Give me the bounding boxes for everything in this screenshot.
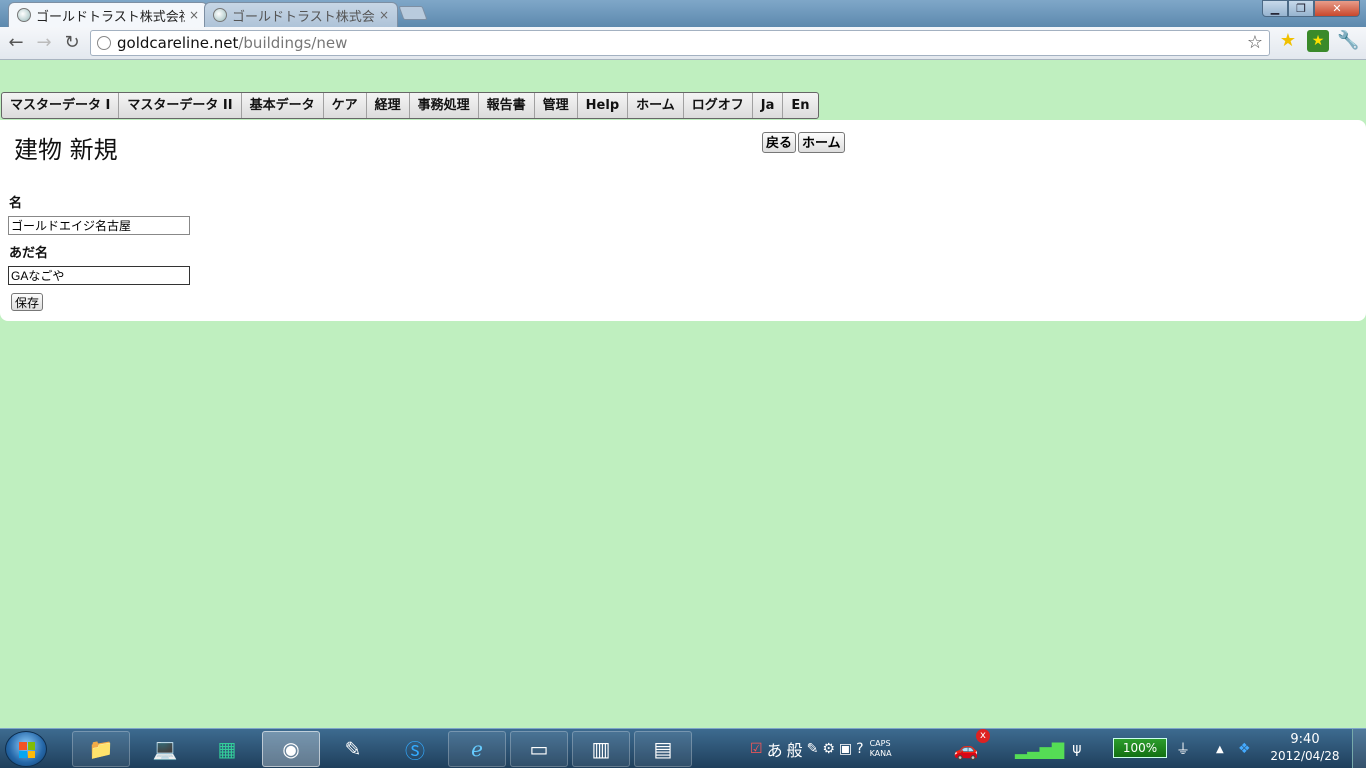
show-hidden-icons-icon[interactable]: ▲ xyxy=(1216,729,1224,768)
battery-indicator[interactable]: 100% xyxy=(1113,738,1167,758)
tab-label: ゴールドトラスト株式会社 xyxy=(232,9,375,25)
menu-item-office-work[interactable]: 事務処理 xyxy=(410,93,479,118)
menu-item-help[interactable]: Help xyxy=(578,93,629,118)
laptop-app-icon[interactable]: 💻 xyxy=(136,731,194,767)
bookmark-star-icon[interactable]: ☆ xyxy=(1247,32,1263,53)
windows-taskbar: 📁 💻 ▦ ◉ ✎ Ⓢ ℯ ▭ ▥ ▤ ☑ あ 般 ✎ ⚙ ▣ ? CAPS K… xyxy=(0,728,1366,768)
menu-item-master-data-1[interactable]: マスターデータ I xyxy=(2,93,120,118)
menu-item-logoff[interactable]: ログオフ xyxy=(684,93,753,118)
menu-item-lang-en[interactable]: En xyxy=(783,93,817,118)
explorer-icon[interactable]: 📁 xyxy=(72,731,130,767)
page-globe-icon xyxy=(213,8,227,22)
editor-app-icon[interactable]: ✎ xyxy=(324,731,382,767)
maximize-button[interactable]: ❐ xyxy=(1288,0,1314,17)
tab-close-icon[interactable]: × xyxy=(189,8,199,22)
back-arrow-icon[interactable]: ← xyxy=(4,31,28,55)
internet-explorer-icon[interactable]: ℯ xyxy=(448,731,506,767)
command-prompt-icon[interactable]: ▭ xyxy=(510,731,568,767)
antenna-icon[interactable]: ψ xyxy=(1072,741,1081,757)
address-bar[interactable]: goldcareline.net/buildings/new ☆ xyxy=(90,30,1270,56)
tab-close-icon[interactable]: × xyxy=(379,8,389,22)
wrench-menu-icon[interactable]: 🔧 xyxy=(1337,30,1359,52)
new-tab-button[interactable] xyxy=(398,6,428,20)
page-globe-icon xyxy=(17,8,31,22)
extension-star-icon[interactable]: ★ xyxy=(1277,30,1299,52)
tab-inactive[interactable]: ゴールドトラスト株式会社 × xyxy=(204,2,398,27)
clock-date: 2012/04/28 xyxy=(1270,749,1340,763)
show-desktop-button[interactable] xyxy=(1352,729,1366,768)
extension-badge-icon[interactable]: ★ xyxy=(1307,30,1329,52)
page-icon xyxy=(97,36,111,50)
excel-icon[interactable]: ▦ xyxy=(198,731,256,767)
clock-time: 9:40 xyxy=(1290,732,1320,747)
menu-item-master-data-2[interactable]: マスターデータ II xyxy=(119,93,242,118)
menu-item-admin[interactable]: 管理 xyxy=(535,93,578,118)
menu-item-accounting[interactable]: 経理 xyxy=(367,93,410,118)
ime-tray: ☑ あ 般 ✎ ⚙ ▣ ? CAPS KANA xyxy=(750,729,892,768)
menu-item-lang-ja[interactable]: Ja xyxy=(753,93,784,118)
browser-titlebar: ゴールドトラスト株式会社 × ゴールドトラスト株式会社 × ▁ ❐ ✕ xyxy=(0,0,1366,27)
network-tray: ▂▃▅▇ ψ xyxy=(1015,729,1085,768)
kana-label: KANA xyxy=(869,749,892,758)
dropbox-icon[interactable]: ❖ xyxy=(1238,729,1251,768)
notification-app-icon[interactable]: 🚗 x xyxy=(940,729,992,767)
menu-item-care[interactable]: ケア xyxy=(324,93,367,118)
chrome-icon[interactable]: ◉ xyxy=(262,731,320,767)
tab-active[interactable]: ゴールドトラスト株式会社 × xyxy=(8,2,208,27)
tab-label: ゴールドトラスト株式会社 xyxy=(36,9,185,25)
notification-badge: x xyxy=(976,729,990,743)
windows-logo-icon xyxy=(19,742,35,758)
page-title: 建物 新規 xyxy=(14,136,118,164)
ime-dictionary-icon[interactable]: ✎ xyxy=(807,741,819,757)
window-controls: ▁ ❐ ✕ xyxy=(1262,0,1360,17)
caps-kana-indicator: CAPS KANA xyxy=(870,739,892,759)
help-icon[interactable]: ? xyxy=(856,741,863,757)
office-app-icon[interactable]: ▥ xyxy=(572,731,630,767)
close-window-button[interactable]: ✕ xyxy=(1314,0,1360,17)
ime-pad-icon[interactable]: ▣ xyxy=(839,741,852,757)
skype-icon[interactable]: Ⓢ xyxy=(386,731,444,767)
url-host: goldcareline.net xyxy=(117,34,239,52)
document-app-icon[interactable]: ▤ xyxy=(634,731,692,767)
main-menu: マスターデータ I マスターデータ II 基本データ ケア 経理 事務処理 報告… xyxy=(1,92,819,119)
signal-strength-icon[interactable]: ▂▃▅▇ xyxy=(1015,740,1064,759)
name-field[interactable] xyxy=(8,216,190,235)
power-plug-icon[interactable]: ⏚ xyxy=(1176,729,1190,768)
ime-kanji[interactable]: 般 xyxy=(787,737,803,761)
ime-mode[interactable]: あ xyxy=(767,737,783,761)
back-button[interactable]: 戻る xyxy=(762,132,797,153)
content-panel: 建物 新規 戻る ホーム 名 あだ名 保存 xyxy=(0,120,1366,321)
ime-toolbar-icon[interactable]: ☑ xyxy=(750,741,763,757)
ime-tool-icon[interactable]: ⚙ xyxy=(822,741,835,757)
menu-item-basic-data[interactable]: 基本データ xyxy=(242,93,324,118)
system-clock[interactable]: 9:40 2012/04/28 xyxy=(1268,732,1342,764)
browser-toolbar: ← → ↻ goldcareline.net/buildings/new ☆ xyxy=(0,27,1366,60)
nickname-label: あだ名 xyxy=(9,246,49,261)
save-button[interactable]: 保存 xyxy=(11,293,44,311)
nickname-field[interactable] xyxy=(8,266,190,285)
name-label: 名 xyxy=(9,196,23,211)
menu-item-reports[interactable]: 報告書 xyxy=(479,93,535,118)
minimize-button[interactable]: ▁ xyxy=(1262,0,1288,17)
reload-icon[interactable]: ↻ xyxy=(60,31,84,55)
start-button[interactable] xyxy=(5,731,47,767)
url-path: /buildings/new xyxy=(238,34,348,52)
home-button[interactable]: ホーム xyxy=(798,132,845,153)
caps-label: CAPS xyxy=(869,739,891,748)
menu-item-home[interactable]: ホーム xyxy=(628,93,684,118)
forward-arrow-icon[interactable]: → xyxy=(32,31,56,55)
